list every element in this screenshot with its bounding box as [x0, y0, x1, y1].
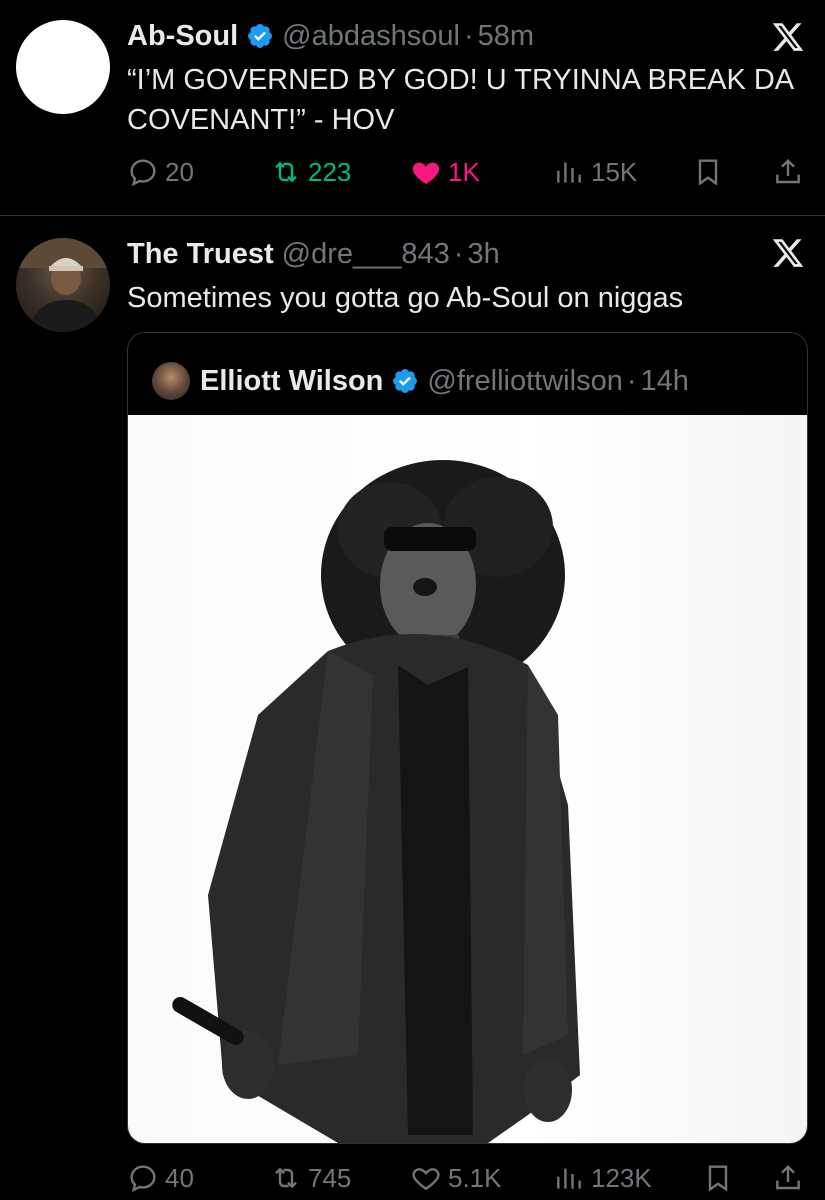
x-logo-icon[interactable]: [771, 236, 805, 270]
timestamp[interactable]: 58m: [478, 20, 534, 53]
reply-count: 20: [165, 156, 194, 187]
views-icon: [557, 1168, 581, 1189]
reply-icon: [130, 159, 156, 187]
quoted-author-handle[interactable]: @frelliottwilson: [427, 365, 622, 398]
x-logo-icon[interactable]: [771, 20, 805, 54]
author-name[interactable]: Ab-Soul: [127, 20, 238, 53]
separator-dot: ·: [626, 364, 637, 397]
tweet-header: The Truest @dre___843 · 3h: [127, 234, 500, 274]
reply-count: 40: [165, 1162, 194, 1193]
views-count: 15K: [591, 156, 638, 187]
avatar-photo: [16, 238, 110, 332]
like-count: 1K: [448, 156, 480, 187]
share-icon[interactable]: [772, 1162, 804, 1194]
views-icon: [557, 162, 581, 183]
like-button[interactable]: 5.1K: [410, 1158, 502, 1198]
like-count: 5.1K: [448, 1162, 502, 1193]
repost-count: 223: [308, 156, 352, 187]
repost-button[interactable]: 223: [270, 152, 351, 192]
views-button[interactable]: 15K: [553, 152, 637, 192]
like-icon: [412, 1168, 440, 1191]
quoted-timestamp[interactable]: 14h: [641, 365, 689, 398]
bookmark-icon[interactable]: [702, 1162, 734, 1194]
tweet-text: “I’M GOVERNED BY GOD! U TRYINNA BREAK DA…: [127, 64, 793, 136]
tweet-header: Ab-Soul @abdashsoul · 58m: [127, 16, 534, 56]
author-name[interactable]: The Truest: [127, 238, 274, 271]
like-button[interactable]: 1K: [410, 152, 480, 192]
author-handle[interactable]: @abdashsoul: [282, 20, 460, 53]
quoted-tweet-header: Elliott Wilson @frelliottwilson · 14h: [152, 361, 689, 401]
avatar[interactable]: [16, 238, 110, 332]
share-icon[interactable]: [772, 156, 804, 188]
verified-badge-icon: [248, 24, 273, 48]
action-bar: 40 745 5.1K 123K: [127, 1158, 807, 1198]
quoted-tweet[interactable]: Elliott Wilson @frelliottwilson · 14h: [127, 332, 808, 1144]
reply-button[interactable]: 40: [127, 1158, 194, 1198]
separator-dot: ·: [463, 19, 474, 52]
repost-button[interactable]: 745: [270, 1158, 351, 1198]
tweet-thetruest[interactable]: The Truest @dre___843 · 3h Sometimes you…: [0, 216, 825, 1200]
repost-count: 745: [308, 1162, 352, 1193]
reply-button[interactable]: 20: [127, 152, 194, 192]
performer-photo: [172, 460, 580, 1143]
repost-icon: [275, 1167, 297, 1189]
bookmark-icon[interactable]: [692, 156, 724, 188]
tweet-text: Sometimes you gotta go Ab-Soul on niggas: [127, 282, 684, 314]
quoted-media-photo[interactable]: [128, 415, 807, 1143]
timestamp[interactable]: 3h: [467, 238, 499, 271]
author-handle[interactable]: @dre___843: [282, 238, 450, 271]
avatar[interactable]: [152, 362, 190, 400]
like-icon: [412, 162, 440, 184]
repost-icon: [275, 161, 297, 183]
tweet-absoul[interactable]: Ab-Soul @abdashsoul · 58m “I’M GOVERNED …: [0, 0, 825, 215]
reply-icon: [130, 1165, 156, 1193]
separator-dot: ·: [453, 237, 464, 270]
verified-badge-icon: [393, 369, 418, 393]
views-button[interactable]: 123K: [553, 1158, 652, 1198]
views-count: 123K: [591, 1162, 652, 1193]
action-bar: 20 223 1K 15K: [127, 152, 807, 192]
avatar[interactable]: [16, 20, 110, 114]
quoted-author-name[interactable]: Elliott Wilson: [200, 365, 383, 398]
